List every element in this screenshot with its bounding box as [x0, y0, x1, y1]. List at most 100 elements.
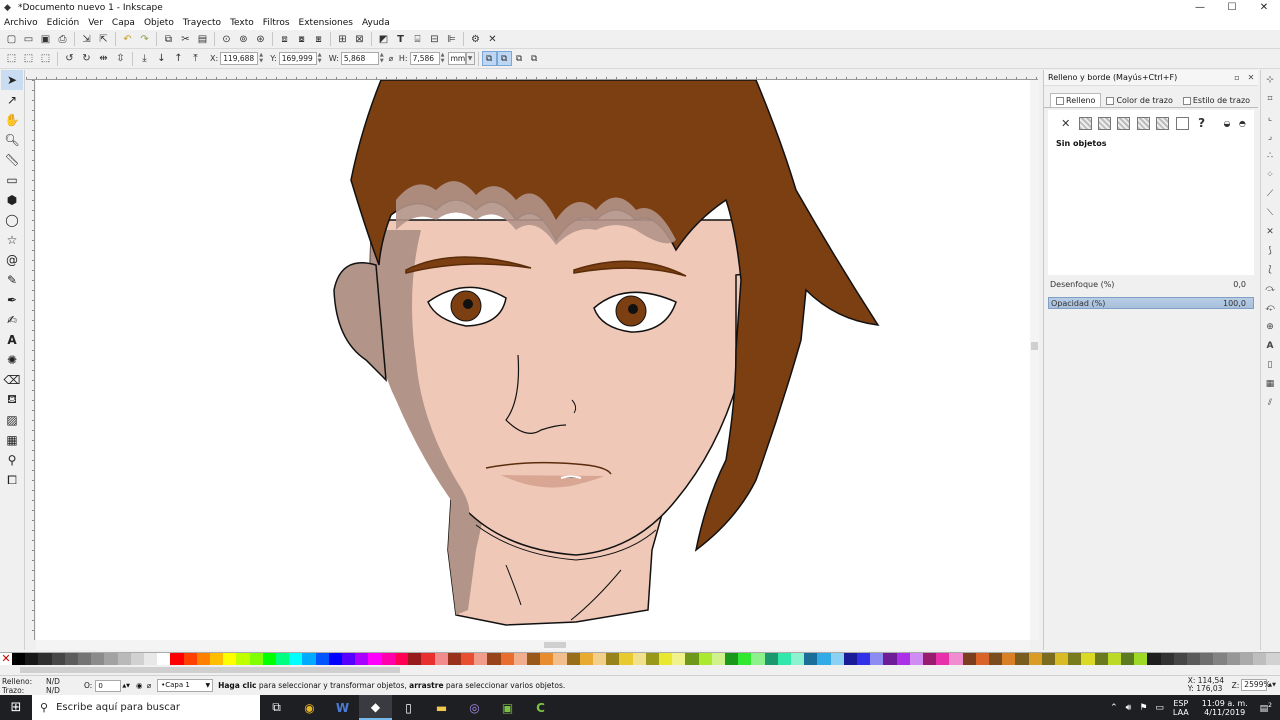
- color-swatch[interactable]: [1015, 653, 1029, 665]
- color-swatch[interactable]: [1266, 653, 1280, 665]
- tools-icon[interactable]: ✕: [484, 31, 501, 48]
- color-swatch[interactable]: [474, 653, 488, 665]
- unit-select[interactable]: mm ▼: [447, 52, 475, 65]
- y-spinner[interactable]: ▲ ▼: [317, 52, 323, 65]
- snap-bbox-corner-icon[interactable]: ⌟: [1261, 127, 1279, 146]
- color-swatch[interactable]: [790, 653, 805, 665]
- status-opacity-input[interactable]: 0: [95, 679, 122, 692]
- color-swatch[interactable]: [1173, 653, 1188, 665]
- snap-object-midpoints-icon[interactable]: ⤽: [1261, 298, 1279, 317]
- color-swatch[interactable]: [566, 653, 580, 665]
- color-swatch[interactable]: [751, 653, 765, 665]
- measure-tool-icon[interactable]: 📏︎: [1, 150, 23, 170]
- color-swatch[interactable]: [936, 653, 950, 665]
- color-swatch[interactable]: [1213, 653, 1227, 665]
- zoom-drawing-icon[interactable]: ⊚: [235, 31, 252, 48]
- color-swatch[interactable]: [1094, 653, 1108, 665]
- color-swatch[interactable]: [12, 653, 26, 665]
- opacity-value[interactable]: 100,0: [1223, 299, 1253, 308]
- select-all-icon[interactable]: ⬚: [3, 50, 20, 67]
- menu-objeto[interactable]: Objeto: [144, 18, 174, 28]
- pattern-button[interactable]: [1155, 115, 1170, 131]
- swatch-button[interactable]: [1174, 115, 1189, 131]
- blur-slider[interactable]: Desenfoque (%) 0,0: [1048, 278, 1254, 290]
- no-color-swatch[interactable]: ✕: [0, 653, 12, 665]
- color-swatch[interactable]: [130, 653, 145, 665]
- vertical-scrollbar[interactable]: [1030, 80, 1039, 640]
- document-properties-icon[interactable]: ⊟: [426, 31, 443, 48]
- color-swatch[interactable]: [183, 653, 197, 665]
- color-swatch[interactable]: [606, 653, 620, 665]
- menu-archivo[interactable]: Archivo: [4, 18, 38, 28]
- pen-tool-icon[interactable]: ✒: [1, 290, 23, 310]
- export-icon[interactable]: ⇱: [95, 31, 112, 48]
- scale-stroke-toggle[interactable]: ⧉: [481, 51, 497, 66]
- color-swatch[interactable]: [989, 653, 1003, 665]
- color-swatch[interactable]: [104, 653, 118, 665]
- deselect-icon[interactable]: ⬚: [37, 50, 54, 67]
- tab-stroke-paint[interactable]: Color de trazo: [1101, 94, 1177, 107]
- no-paint-icon[interactable]: ✕: [1058, 115, 1073, 131]
- color-swatch[interactable]: [394, 653, 409, 665]
- color-swatch[interactable]: [883, 653, 897, 665]
- fill-stroke-indicator[interactable]: Relleno: N/D Trazo: N/D: [0, 677, 80, 695]
- opacity-slider[interactable]: Opacidad (%) 100,0: [1048, 297, 1254, 309]
- color-swatch[interactable]: [170, 653, 184, 665]
- minimize-button[interactable]: —: [1184, 0, 1216, 15]
- star-tool-icon[interactable]: ☆: [1, 230, 23, 250]
- color-swatch[interactable]: [857, 653, 871, 665]
- chrome-icon[interactable]: ◉: [293, 695, 326, 720]
- color-swatch[interactable]: [975, 653, 990, 665]
- color-swatch[interactable]: [1160, 653, 1174, 665]
- x-spinner[interactable]: ▲ ▼: [258, 52, 264, 65]
- color-swatch[interactable]: [870, 653, 884, 665]
- layer-visibility-icon[interactable]: ◉: [136, 681, 143, 690]
- flip-horizontal-icon[interactable]: ⇹: [95, 50, 112, 67]
- ungroup-icon[interactable]: ⊠: [351, 31, 368, 48]
- color-swatch[interactable]: [421, 653, 435, 665]
- tab-stroke-style[interactable]: Estilo de trazo: [1178, 94, 1255, 107]
- redo-icon[interactable]: ↷: [136, 31, 153, 48]
- color-swatch[interactable]: [342, 653, 356, 665]
- color-swatch[interactable]: [25, 653, 39, 665]
- menu-ayuda[interactable]: Ayuda: [362, 18, 390, 28]
- lower-icon[interactable]: ↓: [153, 50, 170, 67]
- color-swatch[interactable]: [262, 653, 277, 665]
- y-input[interactable]: 169,999: [278, 52, 317, 65]
- spray-tool-icon[interactable]: ✺: [1, 350, 23, 370]
- zoom-input[interactable]: 2599%: [1241, 679, 1271, 691]
- h-input[interactable]: 7,586: [409, 52, 440, 65]
- word-icon[interactable]: W: [326, 695, 359, 720]
- calculator-icon[interactable]: ▯: [392, 695, 425, 720]
- task-view-icon[interactable]: ⧉: [260, 695, 293, 720]
- dropper-tool-icon[interactable]: ⚲: [1, 450, 23, 470]
- dock-float-icon[interactable]: ▫: [1230, 73, 1244, 82]
- lower-bottom-icon[interactable]: ⤓: [136, 50, 153, 67]
- layer-lock-icon[interactable]: ⌀: [147, 681, 152, 690]
- menu-filtros[interactable]: Filtros: [263, 18, 290, 28]
- snap-cusp-nodes-icon[interactable]: ⟆: [1261, 241, 1279, 260]
- color-swatch[interactable]: [276, 653, 290, 665]
- color-swatch[interactable]: [804, 653, 818, 665]
- clock[interactable]: 11:09 a. m. 4/11/2019: [1202, 699, 1248, 717]
- color-swatch[interactable]: [408, 653, 422, 665]
- save-icon[interactable]: ▣: [37, 31, 54, 48]
- vertical-scroll-thumb[interactable]: [1031, 342, 1038, 350]
- color-swatch[interactable]: [51, 653, 65, 665]
- color-swatch[interactable]: [764, 653, 778, 665]
- color-swatch[interactable]: [144, 653, 158, 665]
- color-swatch[interactable]: [315, 653, 329, 665]
- move-gradients-toggle[interactable]: ⧉: [512, 51, 527, 66]
- lock-proportions-icon[interactable]: ⌀: [385, 50, 397, 67]
- color-swatch[interactable]: [1253, 653, 1267, 665]
- color-swatch[interactable]: [540, 653, 554, 665]
- h-spinner[interactable]: ▲ ▼: [440, 52, 446, 65]
- color-swatch[interactable]: [157, 653, 171, 665]
- color-swatch[interactable]: [249, 653, 263, 665]
- rotate-cw-icon[interactable]: ↻: [78, 50, 95, 67]
- zoom-selection-icon[interactable]: ⊙: [218, 31, 235, 48]
- camtasia-icon[interactable]: C: [524, 695, 557, 720]
- tab-fill[interactable]: Relleno: [1050, 93, 1102, 107]
- color-swatch[interactable]: [196, 653, 211, 665]
- color-swatch[interactable]: [38, 653, 52, 665]
